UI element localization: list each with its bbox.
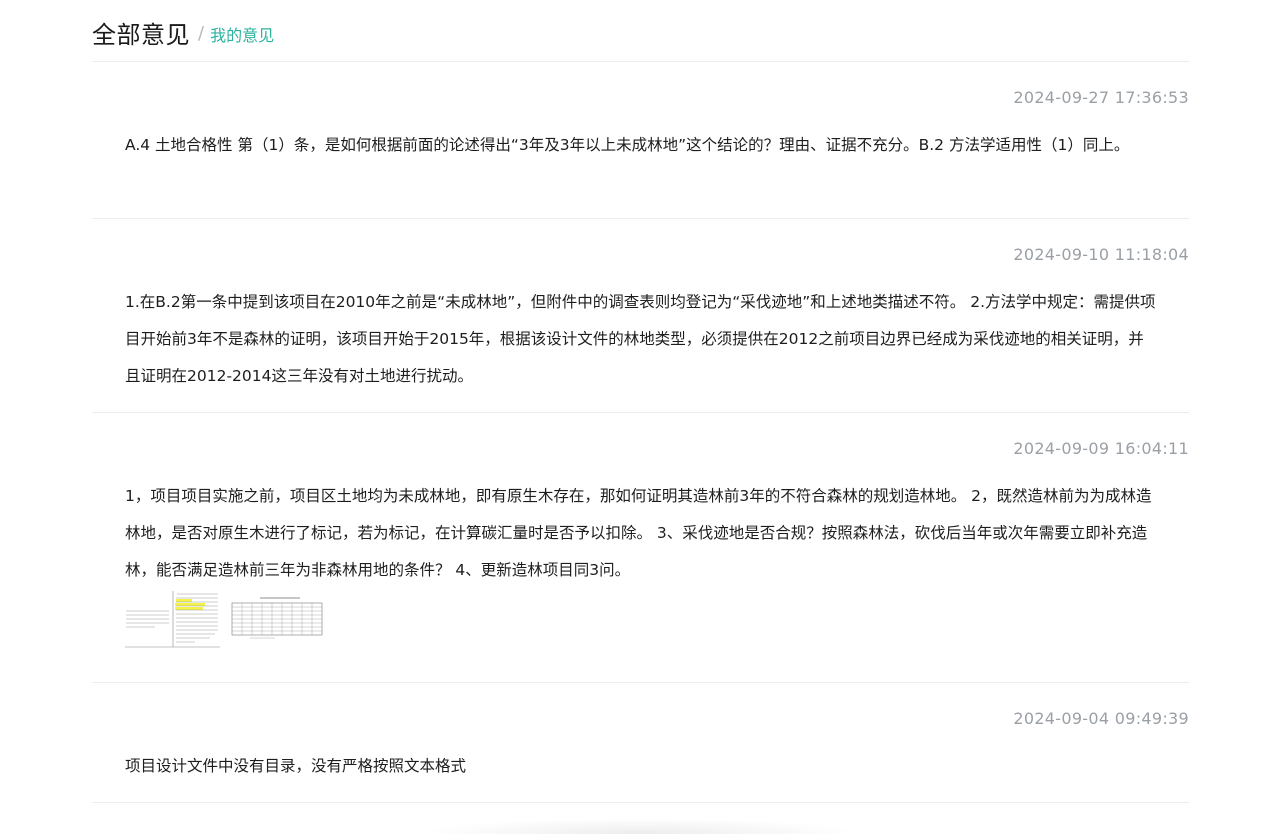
feedback-container: 全部意见 / 我的意见 2024-09-27 17:36:53 A.4 土地合格…: [92, 0, 1189, 803]
feedback-text: 项目设计文件中没有目录，没有严格按照文本格式: [125, 757, 467, 775]
feedback-text: A.4 土地合格性 第（1）条，是如何根据前面的论述得出“3年及3年以上未成林地…: [125, 136, 1130, 154]
page-header: 全部意见 / 我的意见: [92, 0, 1189, 62]
feedback-item: 2024-09-10 11:18:04 1.在B.2第一条中提到该项目在2010…: [92, 219, 1189, 413]
attachment-list: [125, 591, 1189, 649]
table-thumbnail-image: [231, 597, 323, 639]
feedback-timestamp: 2024-09-09 16:04:11: [1013, 439, 1189, 458]
feedback-timestamp: 2024-09-27 17:36:53: [1013, 88, 1189, 107]
feedback-item: 2024-09-04 09:49:39 项目设计文件中没有目录，没有严格按照文本…: [92, 683, 1189, 803]
page: 全部意见 / 我的意见 2024-09-27 17:36:53 A.4 土地合格…: [0, 0, 1280, 834]
document-thumbnail-image: [125, 591, 220, 648]
table-thumbnail[interactable]: [230, 591, 325, 649]
document-thumbnail[interactable]: [125, 591, 220, 649]
bottom-shadow: [420, 818, 860, 834]
breadcrumb-separator: /: [198, 23, 205, 44]
feedback-timestamp: 2024-09-10 11:18:04: [1013, 245, 1189, 264]
page-title: 全部意见: [92, 21, 190, 49]
feedback-text: 1，项目项目实施之前，项目区土地均为未成林地，即有原生木存在，那如何证明其造林前…: [125, 487, 1152, 579]
feedback-item: 2024-09-27 17:36:53 A.4 土地合格性 第（1）条，是如何根…: [92, 62, 1189, 219]
feedback-text: 1.在B.2第一条中提到该项目在2010年之前是“未成林地”，但附件中的调查表则…: [125, 293, 1156, 385]
my-feedback-link[interactable]: 我的意见: [210, 22, 274, 46]
feedback-timestamp: 2024-09-04 09:49:39: [1013, 709, 1189, 728]
feedback-item: 2024-09-09 16:04:11 1，项目项目实施之前，项目区土地均为未成…: [92, 413, 1189, 683]
